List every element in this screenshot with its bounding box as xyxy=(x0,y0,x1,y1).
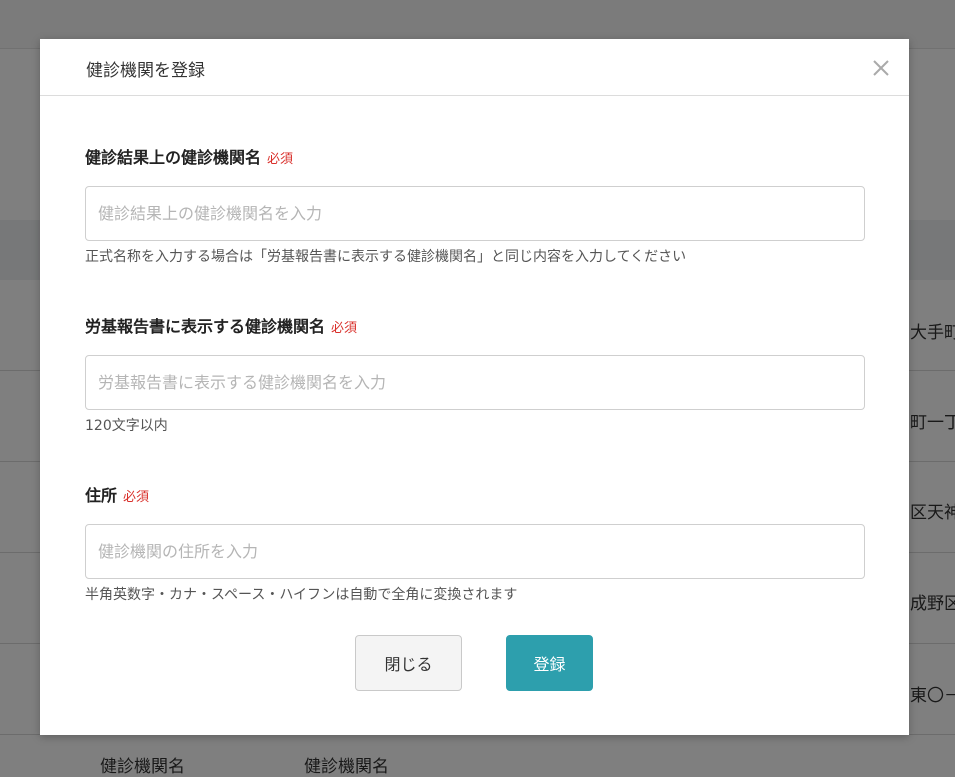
field-address: 住所必須 半角英数字・カナ・スペース・ハイフンは自動で全角に変換されます xyxy=(85,485,865,605)
required-badge: 必須 xyxy=(123,490,150,505)
field-label-text: 健診結果上の健診機関名 xyxy=(85,148,262,167)
register-clinic-modal: 健診機関を登録 健診結果上の健診機関名必須 正式名称を入力する場合は「労基報告書… xyxy=(40,39,909,735)
field-label: 健診結果上の健診機関名 必須 xyxy=(85,147,865,169)
field-hint: 半角英数字・カナ・スペース・ハイフンは自動で全角に変換されます xyxy=(85,587,518,603)
field-label-text: 住所 xyxy=(85,486,118,505)
field-clinic-name-result: 健診結果上の健診機関名必須 正式名称を入力する場合は「労基報告書に表示する健診機… xyxy=(85,147,865,267)
field-clinic-name-report: 労基報告書に表示する健診機関名必須 120文字以内 xyxy=(85,316,865,436)
close-icon[interactable] xyxy=(868,55,894,81)
register-button[interactable]: 登録 xyxy=(506,635,593,691)
address-input[interactable] xyxy=(85,524,865,579)
field-label-text: 労基報告書に表示する健診機関名 xyxy=(85,317,326,336)
modal-title: 健診機関を登録 xyxy=(86,61,205,81)
field-hint: 正式名称を入力する場合は「労基報告書に表示する健診機関名」と同じ内容を入力してく… xyxy=(85,249,687,265)
close-button[interactable]: 閉じる xyxy=(355,635,462,691)
clinic-name-report-input[interactable] xyxy=(85,355,865,410)
clinic-name-result-input[interactable] xyxy=(85,186,865,241)
field-hint: 120文字以内 xyxy=(85,418,168,434)
required-badge: 必須 xyxy=(267,152,294,167)
modal-header: 健診機関を登録 xyxy=(40,39,909,96)
field-label: 住所 必須 xyxy=(85,485,865,507)
required-badge: 必須 xyxy=(331,321,358,336)
field-label: 労基報告書に表示する健診機関名 必須 xyxy=(85,316,865,338)
